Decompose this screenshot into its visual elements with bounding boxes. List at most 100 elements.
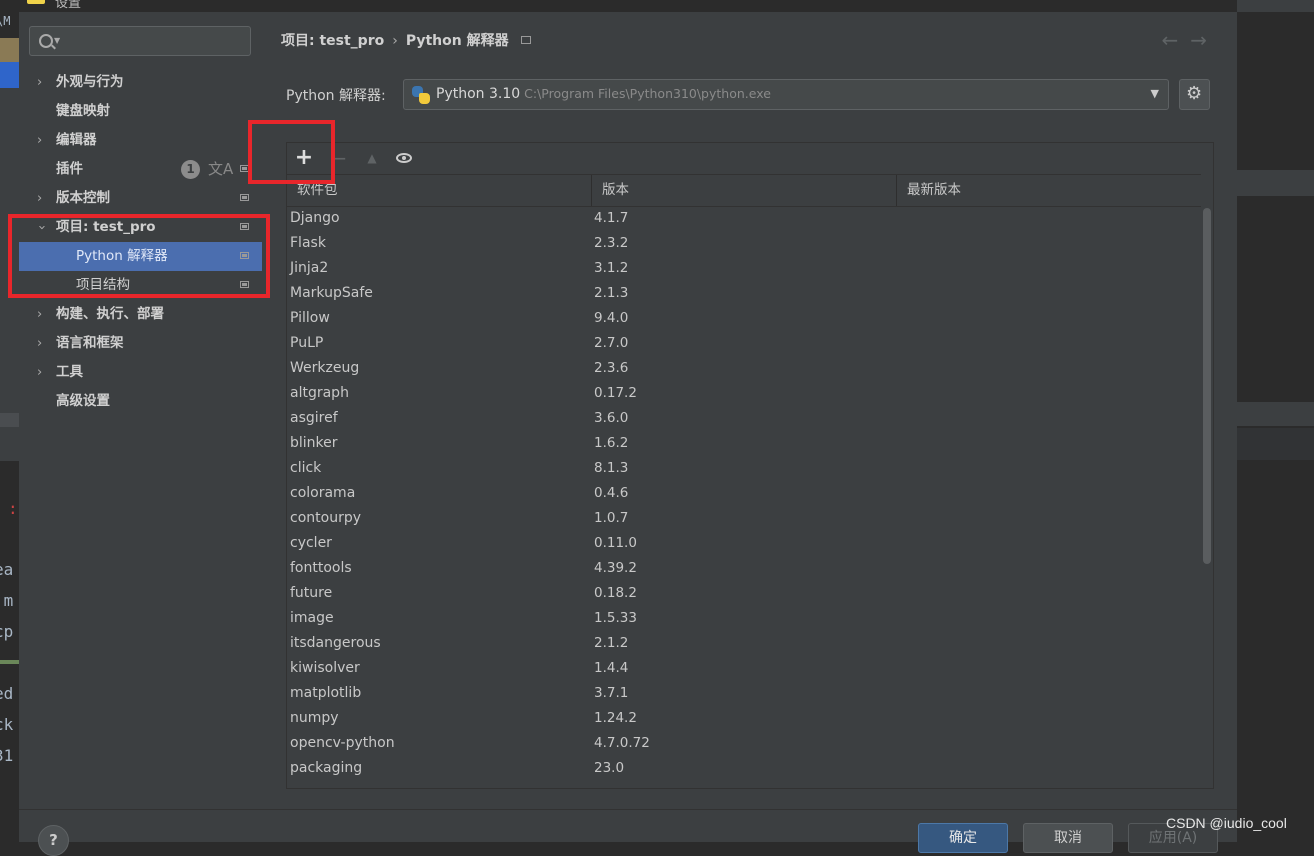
dropdown-arrow-icon[interactable]: ▼ (1151, 87, 1159, 100)
table-row[interactable]: kiwisolver 1.4.4 (287, 656, 1201, 681)
project-scope-icon (240, 252, 249, 259)
package-version-cell: 2.3.6 (594, 360, 629, 376)
package-version-cell: 3.1.2 (594, 260, 629, 276)
table-row[interactable]: cycler 0.11.0 (287, 531, 1201, 556)
chevron-right-icon[interactable]: › (37, 358, 42, 387)
python-logo-icon (412, 86, 430, 104)
sidebar-item-plugins[interactable]: 插件 1 文A (19, 155, 262, 184)
package-version-cell: 1.0.7 (594, 510, 629, 526)
table-row[interactable]: blinker 1.6.2 (287, 431, 1201, 456)
table-row[interactable]: MarkupSafe 2.1.3 (287, 281, 1201, 306)
table-row[interactable]: contourpy 1.0.7 (287, 506, 1201, 531)
chevron-right-icon[interactable]: › (37, 184, 42, 213)
package-version-cell: 23.0 (594, 760, 625, 776)
chevron-down-icon[interactable]: › (27, 225, 56, 230)
package-version-cell: 4.39.2 (594, 560, 637, 576)
sidebar-item-build[interactable]: › 构建、执行、部署 (19, 300, 262, 329)
table-row[interactable]: Pillow 9.4.0 (287, 306, 1201, 331)
interpreter-settings-button[interactable]: ⚙ (1179, 79, 1210, 110)
remove-package-button[interactable]: − (327, 146, 351, 170)
table-row[interactable]: Django 4.1.7 (287, 206, 1201, 231)
package-table-header: 软件包 版本 最新版本 (287, 174, 1201, 207)
table-row[interactable]: opencv-python 4.7.0.72 (287, 731, 1201, 756)
table-row[interactable]: itsdangerous 2.1.2 (287, 631, 1201, 656)
eye-icon (396, 153, 412, 163)
project-scope-icon (240, 281, 249, 288)
table-row[interactable]: image 1.5.33 (287, 606, 1201, 631)
interpreter-label: Python 解释器: (286, 88, 386, 104)
back-arrow-icon[interactable]: ← (1161, 28, 1190, 52)
package-name-cell: Django (290, 210, 340, 226)
package-version-cell: 4.1.7 (594, 210, 629, 226)
package-version-cell: 0.11.0 (594, 535, 637, 551)
sidebar-item-version-control[interactable]: › 版本控制 (19, 184, 262, 213)
table-row[interactable]: matplotlib 3.7.1 (287, 681, 1201, 706)
package-name-cell: opencv-python (290, 735, 395, 751)
sidebar-item-label: 构建、执行、部署 (56, 306, 164, 322)
interpreter-select[interactable]: Python 3.10 C:\Program Files\Python310\py… (403, 79, 1169, 110)
package-version-cell: 2.7.0 (594, 335, 629, 351)
package-version-cell: 8.1.3 (594, 460, 629, 476)
table-row[interactable]: numpy 1.24.2 (287, 706, 1201, 731)
watermark: CSDN @iudio_cool (1166, 815, 1287, 831)
package-version-cell: 1.6.2 (594, 435, 629, 451)
column-header-package[interactable]: 软件包 (287, 175, 592, 206)
project-scope-icon (520, 36, 531, 44)
table-row[interactable]: asgiref 3.6.0 (287, 406, 1201, 431)
show-early-releases-button[interactable] (393, 146, 417, 170)
package-name-cell: matplotlib (290, 685, 362, 701)
package-version-cell: 9.4.0 (594, 310, 629, 326)
scrollbar-thumb[interactable] (1203, 208, 1211, 564)
package-name-cell: contourpy (290, 510, 361, 526)
sidebar-item-project-structure[interactable]: 项目结构 (19, 271, 262, 300)
breadcrumb-project[interactable]: 项目: test_pro (281, 30, 384, 50)
chevron-right-icon[interactable]: › (37, 126, 42, 155)
project-scope-icon (240, 194, 249, 201)
sidebar-item-project[interactable]: › 项目: test_pro (19, 213, 262, 242)
sidebar-item-languages[interactable]: › 语言和框架 (19, 329, 262, 358)
app-logo-icon (27, 0, 45, 4)
sidebar-item-appearance[interactable]: › 外观与行为 (19, 68, 262, 97)
settings-dialog: ▼ › 外观与行为 键盘映射 › 编辑器 插件 1 文A › 版本控制 › 项目… (19, 12, 1237, 856)
table-row[interactable]: Flask 2.3.2 (287, 231, 1201, 256)
chevron-right-icon[interactable]: › (37, 300, 42, 329)
package-name-cell: fonttools (290, 560, 352, 576)
sidebar-item-tools[interactable]: › 工具 (19, 358, 262, 387)
package-toolbar: + − ▲ (287, 143, 1213, 173)
background-code-line: ck (0, 715, 14, 734)
ok-button[interactable]: 确定 (918, 823, 1008, 853)
background-editor-left: \M : ea .m cp ed ck 31 (0, 0, 19, 841)
settings-sidebar: ▼ › 外观与行为 键盘映射 › 编辑器 插件 1 文A › 版本控制 › 项目… (19, 12, 262, 809)
sidebar-item-label: 编辑器 (56, 132, 97, 148)
table-row[interactable]: colorama 0.4.6 (287, 481, 1201, 506)
table-row[interactable]: click 8.1.3 (287, 456, 1201, 481)
package-list-scrollbar[interactable] (1201, 206, 1212, 788)
package-name-cell: cycler (290, 535, 332, 551)
table-row[interactable]: Jinja2 3.1.2 (287, 256, 1201, 281)
table-row[interactable]: packaging 23.0 (287, 756, 1201, 781)
sidebar-item-python-interpreter[interactable]: Python 解释器 (19, 242, 262, 271)
table-row[interactable]: altgraph 0.17.2 (287, 381, 1201, 406)
forward-arrow-icon[interactable]: → (1190, 28, 1219, 52)
table-row[interactable]: future 0.18.2 (287, 581, 1201, 606)
search-input[interactable]: ▼ (29, 26, 251, 56)
sidebar-item-editor[interactable]: › 编辑器 (19, 126, 262, 155)
package-list: Django 4.1.7 Flask 2.3.2 Jinja2 3.1.2 MarkupSa… (287, 206, 1201, 781)
breadcrumb: 项目: test_pro › Python 解释器 (281, 30, 531, 50)
upgrade-package-button[interactable]: ▲ (360, 146, 384, 170)
chevron-right-icon[interactable]: › (37, 329, 42, 358)
table-row[interactable]: Werkzeug 2.3.6 (287, 356, 1201, 381)
column-header-latest-version[interactable]: 最新版本 (897, 175, 1201, 206)
package-name-cell: Flask (290, 235, 326, 251)
chevron-right-icon[interactable]: › (37, 68, 42, 97)
package-name-cell: blinker (290, 435, 338, 451)
table-row[interactable]: PuLP 2.7.0 (287, 331, 1201, 356)
column-header-version[interactable]: 版本 (592, 175, 897, 206)
package-name-cell: future (290, 585, 333, 601)
table-row[interactable]: fonttools 4.39.2 (287, 556, 1201, 581)
window-title: 设置 (55, 0, 82, 11)
add-package-button[interactable]: + (292, 146, 316, 170)
sidebar-item-advanced[interactable]: 高级设置 (19, 387, 262, 416)
cancel-button[interactable]: 取消 (1023, 823, 1113, 853)
sidebar-item-keymap[interactable]: 键盘映射 (19, 97, 262, 126)
